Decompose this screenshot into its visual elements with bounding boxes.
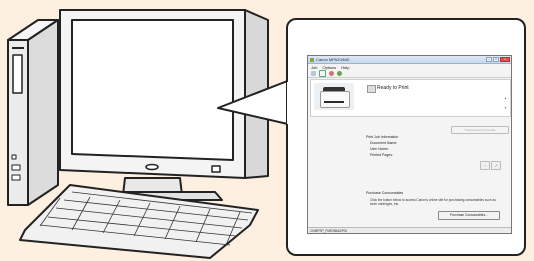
refresh-icon[interactable]	[319, 70, 326, 77]
window-titlebar: Canon MP620/640 – □ ×	[308, 56, 511, 64]
ink-detail-button[interactable]: ◔	[480, 161, 490, 170]
close-button[interactable]: ×	[500, 57, 510, 62]
menu-help[interactable]: Help	[341, 65, 349, 70]
menu-options[interactable]: Options	[322, 65, 336, 70]
window-title: Canon MP620/640	[316, 57, 350, 62]
toolbar	[308, 70, 511, 78]
computer-tower-icon	[7, 19, 59, 206]
user-name-label: User Name:	[370, 147, 389, 151]
printer-settings-icon[interactable]	[311, 71, 316, 76]
status-area: Ready to Print ▲ ▼	[310, 79, 511, 117]
printer-status-window: Canon MP620/640 – □ × Job Options Help R…	[307, 55, 512, 234]
troubleshooting-details-button[interactable]: Troubleshooting Details	[451, 126, 509, 134]
scroll-down-icon[interactable]: ▼	[504, 106, 507, 110]
maximize-button[interactable]: □	[493, 57, 499, 62]
document-name-label: Document Name:	[370, 141, 398, 145]
purchase-consumables-button[interactable]: Purchase Consumables...	[438, 211, 500, 220]
job-info-heading: Print Job Information	[366, 135, 399, 139]
keyboard-icon	[19, 184, 259, 259]
status-bar: CNMPSP_FME2B6A2F00	[308, 227, 511, 233]
consumables-heading: Purchase Consumables	[366, 191, 404, 195]
menu-job[interactable]: Job	[311, 65, 317, 70]
printed-pages-label: Printed Pages:	[370, 153, 393, 157]
scroll-up-icon[interactable]: ▲	[504, 96, 507, 100]
status-message: Ready to Print	[377, 85, 409, 91]
cancel-print-icon[interactable]	[329, 71, 334, 76]
minimize-button[interactable]: –	[486, 57, 492, 62]
ink-refresh-button[interactable]: ↗	[491, 161, 501, 170]
status-doc-icon	[367, 85, 376, 93]
printer-icon	[314, 83, 354, 110]
callout-seam	[287, 82, 293, 124]
app-icon	[310, 57, 314, 62]
consumables-description: Click the button below to access Canon's…	[370, 198, 496, 206]
ink-info-icon[interactable]	[337, 71, 342, 76]
